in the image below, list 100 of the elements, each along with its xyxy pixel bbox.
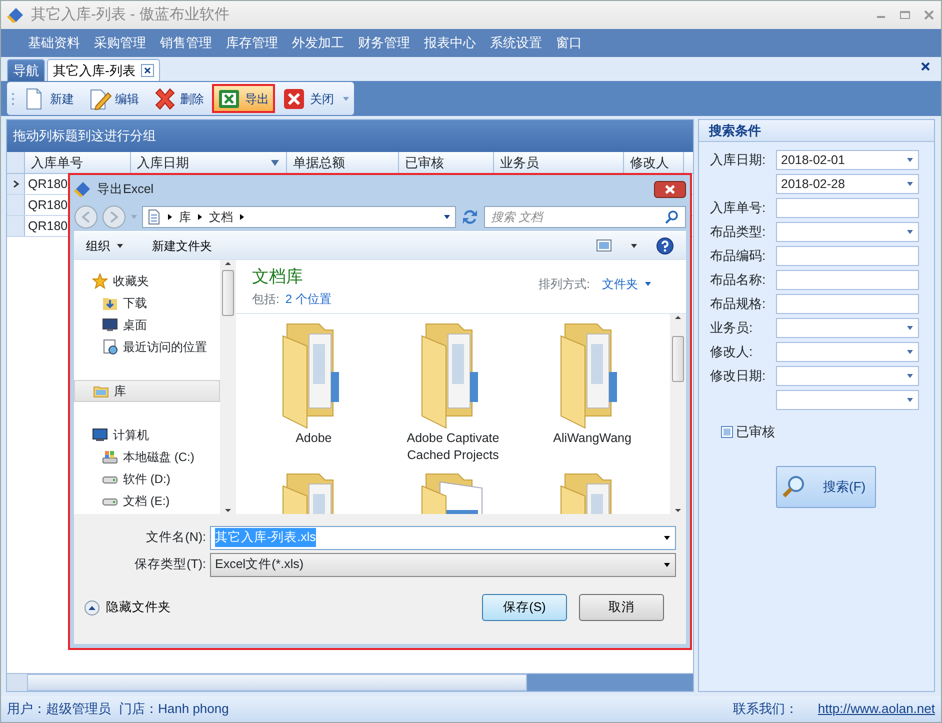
- field-label: 布品编码:: [710, 247, 767, 266]
- refresh-icon[interactable]: [460, 207, 480, 227]
- search-field[interactable]: 搜索 文档: [484, 206, 686, 228]
- help-icon[interactable]: [656, 236, 674, 254]
- magnifier-icon: [781, 474, 807, 500]
- website-link[interactable]: http://www.aolan.net: [818, 699, 935, 719]
- field-label: 保存类型(T):: [134, 556, 207, 574]
- toolbar-button[interactable]: 导出: [212, 84, 275, 113]
- navigation-item[interactable]: 库: [74, 380, 220, 402]
- dialog-button[interactable]: 保存(S): [482, 594, 567, 621]
- search-button[interactable]: 搜索(F): [776, 466, 876, 508]
- close-icon[interactable]: [654, 180, 686, 198]
- tab-close-icon[interactable]: [141, 64, 154, 77]
- app-logo-icon: [74, 180, 92, 198]
- tab[interactable]: 导航: [7, 59, 45, 81]
- cross-icon: [153, 88, 177, 110]
- vertical-scrollbar[interactable]: [670, 314, 686, 514]
- includes-label: 包括:: [252, 290, 280, 308]
- menu-item[interactable]: 销售管理: [153, 33, 219, 53]
- field-label: 布品规格:: [710, 295, 767, 314]
- dropdown-field[interactable]: [776, 342, 919, 362]
- menu-item[interactable]: 外发加工: [285, 33, 351, 53]
- toolbar-grip-icon: [11, 90, 15, 106]
- text-field[interactable]: [776, 270, 919, 290]
- breadcrumb-arrow-icon[interactable]: [239, 213, 245, 221]
- navigation-item[interactable]: 收藏夹: [74, 270, 220, 292]
- dropdown-caret-icon[interactable]: [443, 213, 451, 221]
- navigation-item[interactable]: 计算机: [74, 424, 220, 446]
- back-icon[interactable]: [74, 205, 98, 229]
- toolbar-button[interactable]: 组织: [86, 236, 124, 254]
- folder-name[interactable]: AliWangWang: [537, 430, 648, 447]
- recent-places-icon: [102, 339, 118, 355]
- navigation-item[interactable]: 软件 (D:): [74, 468, 220, 490]
- scroll-thumb[interactable]: [222, 270, 234, 316]
- text-field[interactable]: [776, 294, 919, 314]
- navigation-item[interactable]: 本地磁盘 (C:): [74, 446, 220, 468]
- dropdown-field[interactable]: [776, 222, 919, 242]
- file-type-dropdown[interactable]: Excel文件(*.xls): [210, 552, 676, 576]
- text-field[interactable]: [776, 198, 919, 218]
- toolbar-button[interactable]: 编辑: [82, 84, 145, 113]
- navigation-item[interactable]: 下载: [74, 292, 220, 314]
- hide-folders-button[interactable]: 隐藏文件夹: [84, 598, 171, 617]
- menu-item[interactable]: 窗口: [549, 33, 589, 53]
- navigation-item[interactable]: 文档 (E:): [74, 490, 220, 512]
- dropdown-arrow-icon[interactable]: [663, 534, 671, 542]
- user-label: 用户：超级管理员: [7, 700, 111, 718]
- menu-item[interactable]: 采购管理: [87, 33, 153, 53]
- scroll-up-icon[interactable]: [674, 314, 682, 320]
- horizontal-scrollbar[interactable]: [7, 673, 693, 691]
- menu-item[interactable]: 库存管理: [219, 33, 285, 53]
- toolbar-button[interactable]: 关闭: [277, 84, 340, 113]
- forward-icon[interactable]: [102, 205, 126, 229]
- maximize-icon[interactable]: [899, 9, 911, 21]
- dropdown-field[interactable]: [776, 390, 919, 410]
- dialog-button[interactable]: 取消: [579, 594, 664, 621]
- breadcrumb-arrow-icon[interactable]: [167, 213, 173, 221]
- caret-icon: [644, 280, 652, 288]
- toolbar-button[interactable]: 新建: [17, 84, 80, 113]
- field-label: 布品名称:: [710, 271, 767, 290]
- sort-label: 排列方式:: [538, 276, 590, 293]
- navigation-item[interactable]: 桌面: [74, 314, 220, 336]
- dropdown-field[interactable]: [776, 318, 919, 338]
- drive-icon: [102, 449, 118, 465]
- field-label: 修改日期:: [710, 367, 767, 386]
- menu-item[interactable]: 财务管理: [351, 33, 417, 53]
- group-by-hint: 拖动列标题到这进行分组: [7, 120, 693, 152]
- menu-item[interactable]: 基础资料: [21, 33, 87, 53]
- search-icon[interactable]: [665, 210, 679, 224]
- folder-name[interactable]: Adobe: [258, 430, 369, 447]
- close-icon[interactable]: [920, 60, 931, 72]
- locations-link[interactable]: 2 个位置: [285, 290, 332, 308]
- scroll-thumb[interactable]: [672, 336, 684, 382]
- sort-dropdown[interactable]: 文件夹: [602, 275, 652, 293]
- date-dropdown[interactable]: 2018-02-28: [776, 174, 919, 194]
- menu-item[interactable]: 报表中心: [417, 33, 483, 53]
- toolbar-button[interactable]: 新建文件夹: [152, 236, 212, 254]
- address-bar[interactable]: 库 文档: [142, 206, 456, 228]
- tab[interactable]: 其它入库-列表: [47, 59, 160, 81]
- field-label: 修改人:: [710, 343, 754, 362]
- folder-name[interactable]: Adobe Captivate Cached Projects: [398, 430, 508, 464]
- pencil-document-icon: [88, 88, 112, 110]
- folder-icon: [102, 295, 118, 311]
- toolbar-button[interactable]: 删除: [147, 84, 210, 113]
- vertical-scrollbar[interactable]: [220, 260, 236, 514]
- row-indicator[interactable]: [7, 174, 25, 194]
- text-field[interactable]: [776, 246, 919, 266]
- checkbox[interactable]: [721, 426, 733, 438]
- field-label: 入库单号:: [710, 199, 767, 218]
- menu-item[interactable]: 系统设置: [483, 33, 549, 53]
- dropdown-arrow-icon[interactable]: [663, 560, 671, 568]
- view-options-icon[interactable]: [596, 239, 612, 252]
- breadcrumb-item[interactable]: 库: [179, 208, 191, 226]
- date-dropdown[interactable]: 2018-02-01: [776, 150, 919, 170]
- monitor-icon: [102, 317, 118, 333]
- breadcrumb-item[interactable]: 文档: [209, 208, 233, 226]
- library-title: 文档库: [252, 266, 304, 288]
- dropdown-field[interactable]: [776, 366, 919, 386]
- breadcrumb-arrow-icon[interactable]: [197, 213, 203, 221]
- caret-icon[interactable]: [630, 242, 638, 250]
- navigation-item[interactable]: 最近访问的位置: [74, 336, 220, 358]
